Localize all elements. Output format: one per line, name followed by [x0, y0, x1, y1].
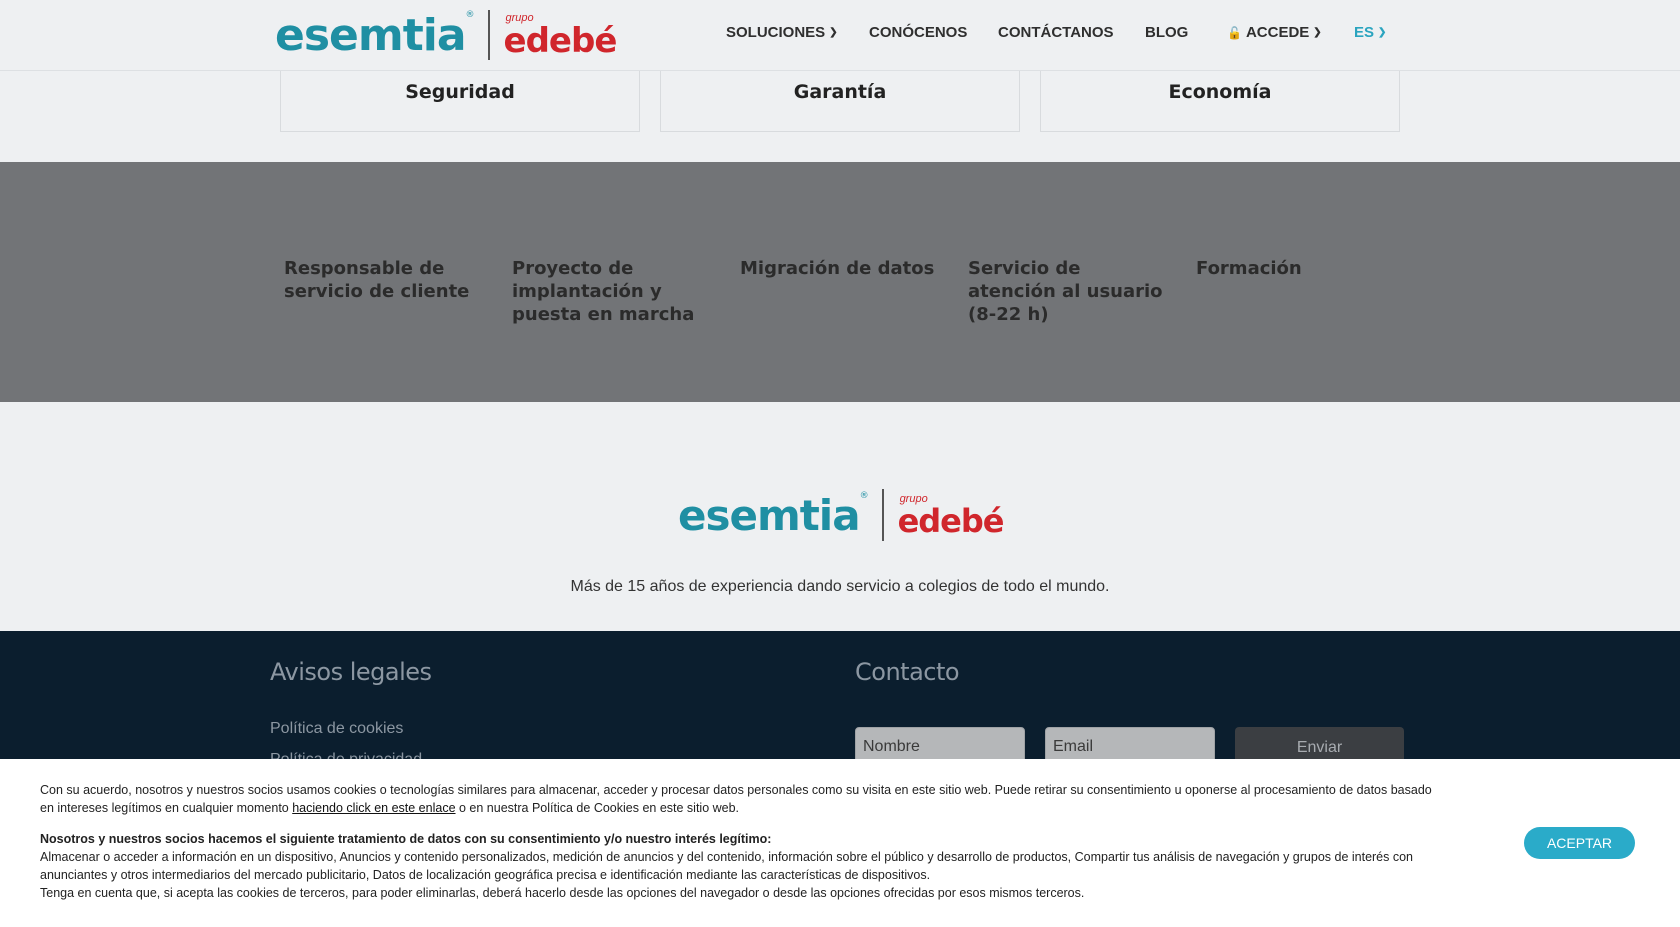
accept-cookies-button[interactable]: ACEPTAR: [1524, 827, 1635, 859]
logo-esemtia-text: esemtia®: [275, 9, 475, 61]
feature-title: Garantía: [793, 81, 887, 103]
service-item: Formación: [1196, 258, 1302, 279]
service-item: Servicio de atención al usuario (8-22 h): [968, 258, 1163, 325]
esemtia-edebe-logo: esemtia® grupo edebé: [678, 487, 1005, 543]
logo-divider: [881, 489, 884, 541]
esemtia-edebe-logo[interactable]: esemtia® grupo edebé: [275, 8, 618, 62]
language-selector[interactable]: ES ❯: [1354, 24, 1386, 41]
lock-icon: 🔓: [1227, 25, 1242, 40]
nav-soluciones[interactable]: SOLUCIONES ❯: [726, 24, 838, 41]
contact-heading: Contacto: [855, 658, 960, 686]
about-section: esemtia® grupo edebé Más de 15 años de e…: [0, 402, 1680, 631]
cookies-policy-link[interactable]: Política de cookies: [270, 720, 403, 738]
nav-accede[interactable]: 🔓 ACCEDE ❯: [1227, 24, 1322, 41]
nav-blog[interactable]: BLOG: [1145, 24, 1188, 41]
nav-conocenos[interactable]: CONÓCENOS: [869, 24, 967, 41]
chevron-down-icon: ❯: [1378, 27, 1387, 38]
service-item: Proyecto de implantación y puesta en mar…: [512, 258, 695, 325]
feature-card: Garantía: [660, 71, 1020, 132]
cookie-third-party-note: Tenga en cuenta que, si acepta las cooki…: [40, 886, 1085, 900]
site-header: esemtia® grupo edebé SOLUCIONES ❯ CONÓCE…: [0, 0, 1680, 71]
logo-grupo-edebe: grupo edebé: [503, 11, 618, 61]
feature-card: Seguridad: [280, 71, 640, 132]
features-section: Seguridad Garantía Economía: [0, 71, 1680, 162]
cookie-banner: Con su acuerdo, nosotros y nuestros soci…: [0, 759, 1680, 927]
logo-esemtia-text: esemtia®: [678, 490, 869, 540]
chevron-down-icon: ❯: [829, 27, 838, 38]
feature-title: Economía: [1168, 81, 1272, 103]
feature-title: Seguridad: [405, 81, 515, 103]
cookie-intro: Con su acuerdo, nosotros y nuestros soci…: [40, 783, 1432, 815]
service-item: Migración de datos: [740, 258, 935, 279]
cookie-settings-link[interactable]: haciendo click en este enlace: [292, 801, 455, 815]
nav-contactanos[interactable]: CONTÁCTANOS: [998, 24, 1114, 41]
services-section: Responsable de servicio de cliente Proye…: [0, 162, 1680, 402]
cookie-purposes-heading: Nosotros y nuestros socios hacemos el si…: [40, 832, 772, 846]
logo-divider: [487, 10, 490, 60]
about-tagline: Más de 15 años de experiencia dando serv…: [570, 578, 1110, 595]
legal-heading: Avisos legales: [270, 658, 432, 686]
service-item: Responsable de servicio de cliente: [284, 258, 470, 302]
cookie-purposes: Almacenar o acceder a información en un …: [40, 850, 1414, 882]
chevron-down-icon: ❯: [1313, 27, 1322, 38]
logo-grupo-edebe: grupo edebé: [897, 492, 1005, 540]
feature-card: Economía: [1040, 71, 1400, 132]
